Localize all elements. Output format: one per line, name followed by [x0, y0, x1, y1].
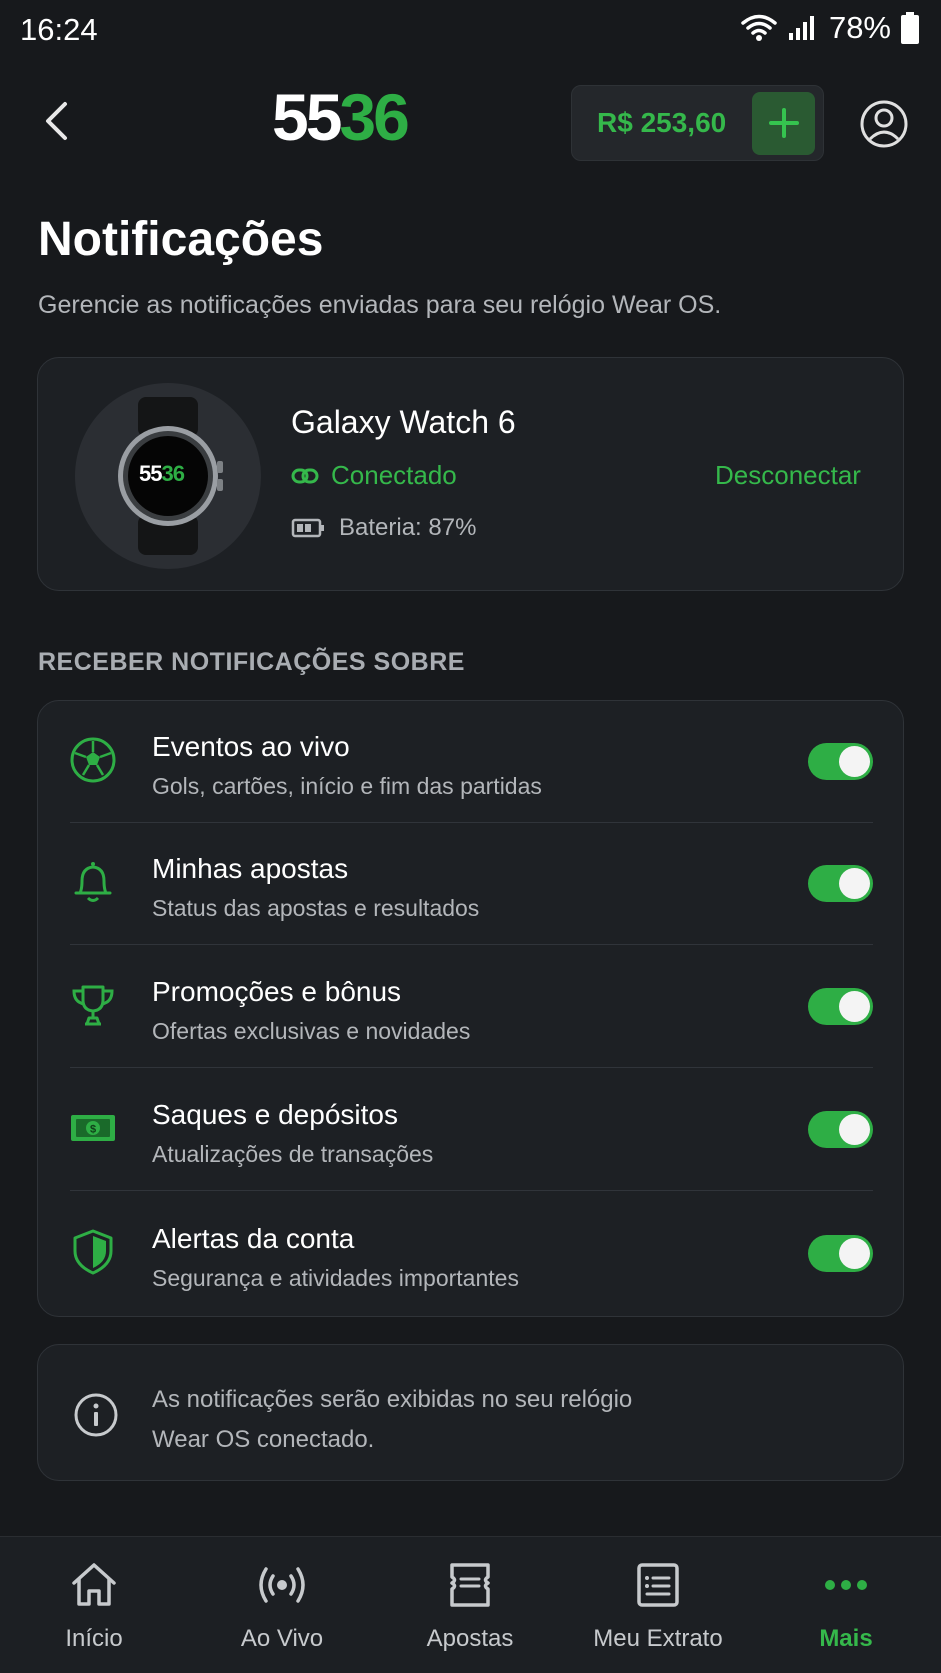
nav-label: Apostas — [426, 1625, 514, 1652]
watch-screen-logo: 5536 — [139, 461, 185, 486]
info-icon — [74, 1393, 118, 1437]
notification-title: Promoções e bônus — [152, 976, 402, 1007]
status-icons: 78% — [741, 10, 919, 46]
svg-text:$: $ — [90, 1124, 96, 1136]
notification-subtitle: Status das apostas e resultados — [152, 895, 480, 921]
money-icon: $ — [71, 1115, 115, 1141]
nav-label: Mais — [819, 1625, 873, 1652]
nav-bets[interactable]: Apostas — [376, 1537, 564, 1673]
chevron-left-icon — [46, 102, 67, 140]
battery-icon — [901, 12, 919, 44]
toggle-my-bets[interactable] — [808, 865, 873, 902]
notification-title: Eventos ao vivo — [152, 731, 350, 762]
battery-label: Bateria: 87% — [339, 514, 477, 541]
notification-row-live-events: Eventos ao vivo Gols, cartões, início e … — [38, 701, 903, 823]
balance-amount: R$ 253,60 — [597, 107, 727, 138]
link-icon — [291, 468, 319, 483]
notification-title: Minhas apostas — [152, 853, 349, 884]
connection-status-label: Conectado — [331, 460, 457, 490]
notification-subtitle: Segurança e atividades importantes — [152, 1265, 519, 1291]
brand-logo: 5536 — [272, 80, 410, 154]
status-time: 16:24 — [20, 12, 98, 47]
connection-status: Conectado — [291, 460, 457, 491]
notification-subtitle: Ofertas exclusivas e novidades — [152, 1018, 471, 1044]
more-icon — [825, 1580, 867, 1590]
signal-icon — [788, 16, 814, 40]
notification-subtitle: Gols, cartões, início e fim das partidas — [152, 773, 542, 799]
watch-image: 5536 — [75, 383, 261, 569]
notification-row-account-alerts: Alertas da conta Segurança e atividades … — [38, 1193, 903, 1315]
notification-title: Saques e depósitos — [152, 1099, 398, 1130]
section-label: RECEBER NOTIFICAÇÕES SOBRE — [38, 648, 465, 676]
plus-icon — [768, 108, 799, 138]
device-battery: Bateria: 87% — [291, 514, 476, 542]
disconnect-button[interactable]: Desconectar — [715, 460, 861, 491]
toggle-transactions[interactable] — [808, 1111, 873, 1148]
home-icon — [72, 1563, 116, 1606]
nav-label: Início — [65, 1625, 123, 1652]
toggle-account-alerts[interactable] — [808, 1235, 873, 1272]
statement-icon — [637, 1563, 679, 1607]
nav-label: Ao Vivo — [240, 1625, 324, 1652]
nav-label: Meu Extrato — [593, 1625, 723, 1652]
nav-more[interactable]: Mais — [752, 1537, 940, 1673]
page-title: Notificações — [38, 213, 324, 266]
nav-statement[interactable]: Meu Extrato — [564, 1537, 752, 1673]
page-subtitle: Gerencie as notificações enviadas para s… — [38, 291, 722, 319]
notification-subtitle: Atualizações de transações — [152, 1141, 434, 1167]
toggle-live-events[interactable] — [808, 743, 873, 780]
info-text: As notificações serão exibidas no seu re… — [152, 1386, 633, 1453]
deposit-button[interactable] — [752, 91, 815, 155]
notification-row-my-bets: Minhas apostas Status das apostas e resu… — [38, 823, 903, 945]
nav-live[interactable]: Ao Vivo — [188, 1537, 376, 1673]
live-icon — [259, 1567, 305, 1603]
toggle-promotions[interactable] — [808, 988, 873, 1025]
notification-row-promotions: Promoções e bônus Ofertas exclusivas e n… — [38, 946, 903, 1068]
notification-row-transactions: $ Saques e depósitos Atualizações de tra… — [38, 1069, 903, 1191]
nav-home[interactable]: Início — [0, 1537, 188, 1673]
notification-title: Alertas da conta — [152, 1223, 355, 1254]
user-icon — [860, 100, 908, 148]
battery-icon — [291, 518, 324, 538]
balance-box: R$ 253,60 — [571, 85, 824, 161]
ticket-icon — [450, 1563, 490, 1607]
battery-percent: 78% — [828, 10, 891, 45]
notification-settings-list: Eventos ao vivo Gols, cartões, início e … — [37, 700, 904, 1317]
shield-icon — [73, 1229, 113, 1275]
profile-button[interactable] — [859, 99, 909, 149]
wifi-icon — [741, 14, 777, 41]
soccer-ball-icon — [70, 737, 116, 783]
bottom-nav: Início Ao Vivo Apostas Meu Extrato Mais — [0, 1536, 941, 1673]
device-name: Galaxy Watch 6 — [291, 404, 516, 440]
bell-icon — [74, 862, 112, 902]
trophy-icon — [72, 985, 114, 1026]
back-button[interactable] — [36, 96, 76, 146]
